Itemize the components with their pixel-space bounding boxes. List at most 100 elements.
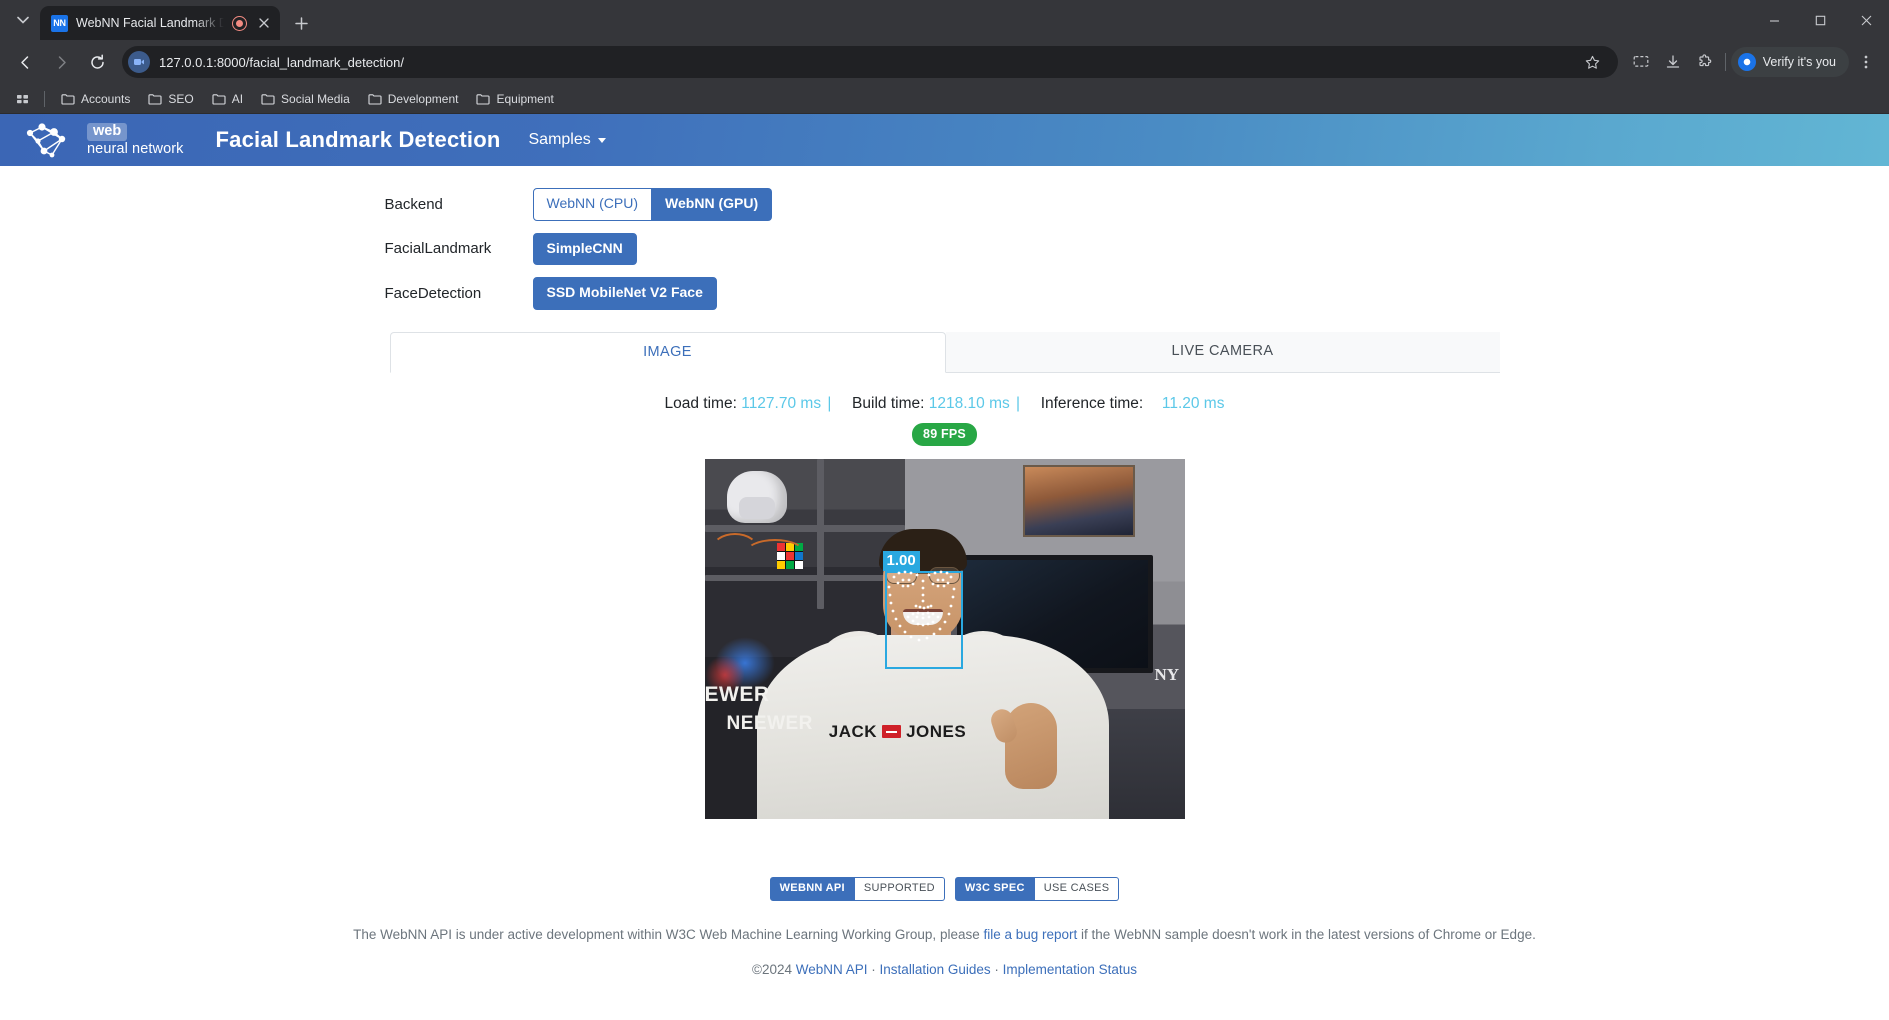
tab-live-camera[interactable]: LIVE CAMERA bbox=[945, 331, 1500, 372]
bookmark-label: SEO bbox=[168, 91, 194, 106]
brand-web-label: web bbox=[87, 122, 128, 141]
canvas-container: NY JACK JONES EWER NEEWER 1.00 bbox=[0, 458, 1889, 819]
brand-logo-group[interactable]: web neural network bbox=[22, 121, 184, 159]
browser-tab[interactable]: NN WebNN Facial Landmark De bbox=[40, 6, 280, 40]
bookmark-seo[interactable]: SEO bbox=[140, 89, 201, 109]
tab-favicon: NN bbox=[51, 14, 68, 32]
reload-icon[interactable] bbox=[80, 45, 114, 79]
page-title: Facial Landmark Detection bbox=[215, 127, 501, 152]
bookmark-star-icon[interactable] bbox=[1578, 47, 1608, 77]
facial-landmark-button-group: SimpleCNN bbox=[532, 232, 637, 265]
verify-label: Verify it's you bbox=[1762, 55, 1836, 69]
backend-option-webnn-gpu[interactable]: WebNN (GPU) bbox=[652, 188, 773, 221]
implementation-status-link[interactable]: Implementation Status bbox=[1003, 962, 1137, 977]
bookmark-label: Development bbox=[387, 91, 459, 106]
footer-note: The WebNN API is under active developmen… bbox=[0, 927, 1889, 942]
bookmark-development[interactable]: Development bbox=[360, 89, 467, 109]
extensions-icon[interactable] bbox=[1690, 47, 1720, 77]
window-controls bbox=[1751, 0, 1889, 40]
bookmark-equipment[interactable]: Equipment bbox=[468, 89, 561, 109]
badge-w3c-spec[interactable]: W3C SPEC USE CASES bbox=[954, 876, 1120, 901]
control-label: FacialLandmark bbox=[384, 240, 492, 258]
badge-left-label: WEBNN API bbox=[769, 876, 855, 901]
neural-network-logo-icon bbox=[26, 123, 66, 158]
footer-note-post: if the WebNN sample doesn't work in the … bbox=[1077, 926, 1536, 942]
control-row-facial-landmark: FacialLandmark SimpleCNN bbox=[384, 232, 1505, 265]
inference-time-label: Inference time: bbox=[1040, 394, 1144, 412]
copyright-year: ©2024 bbox=[752, 961, 796, 977]
fps-container: 89 FPS bbox=[0, 422, 1889, 446]
bookmark-label: Accounts bbox=[81, 91, 131, 106]
detection-canvas[interactable]: NY JACK JONES EWER NEEWER 1.00 bbox=[704, 458, 1185, 819]
profile-avatar-icon bbox=[1737, 53, 1756, 71]
page-content: web neural network Facial Landmark Detec… bbox=[0, 114, 1889, 1020]
backend-button-group: WebNN (CPU) WebNN (GPU) bbox=[532, 188, 773, 221]
stats-separator: | bbox=[1016, 394, 1021, 412]
control-row-face-detection: FaceDetection SSD MobileNet V2 Face bbox=[385, 277, 1505, 310]
installation-guides-link[interactable]: Installation Guides bbox=[880, 962, 991, 977]
backend-option-webnn-cpu[interactable]: WebNN (CPU) bbox=[532, 188, 653, 221]
main-content: Backend WebNN (CPU) WebNN (GPU) FacialLa… bbox=[0, 166, 1889, 977]
copy-separator: · bbox=[867, 961, 880, 977]
control-row-backend: Backend WebNN (CPU) WebNN (GPU) bbox=[385, 188, 1505, 221]
face-detection-option-ssd-mobilenet-v2-face[interactable]: SSD MobileNet V2 Face bbox=[532, 277, 717, 310]
bookmark-accounts[interactable]: Accounts bbox=[53, 89, 138, 109]
kebab-menu-icon[interactable] bbox=[1851, 47, 1881, 77]
address-bar[interactable]: 127.0.0.1:8000/facial_landmark_detection… bbox=[122, 46, 1618, 78]
url-text: 127.0.0.1:8000/facial_landmark_detection… bbox=[159, 54, 405, 70]
build-time-value: 1218.10 ms bbox=[928, 394, 1010, 412]
badge-webnn-api[interactable]: WEBNN API SUPPORTED bbox=[769, 876, 945, 901]
stats-separator: | bbox=[827, 394, 832, 412]
site-navbar: web neural network Facial Landmark Detec… bbox=[0, 114, 1889, 166]
bookmark-ai[interactable]: AI bbox=[204, 89, 251, 109]
fps-badge: 89 FPS bbox=[912, 422, 977, 446]
facial-landmark-option-simplecnn[interactable]: SimpleCNN bbox=[532, 232, 637, 265]
close-icon[interactable] bbox=[255, 15, 272, 32]
brand-neural-network-label: neural network bbox=[87, 141, 184, 157]
tab-image[interactable]: IMAGE bbox=[389, 331, 946, 373]
control-label: FaceDetection bbox=[384, 284, 482, 302]
bookmarks-bar: Accounts SEO AI Social Media Development… bbox=[0, 84, 1889, 114]
maximize-icon[interactable] bbox=[1797, 0, 1843, 40]
bookmark-label: AI bbox=[231, 91, 244, 106]
timing-stats: Load time: 1127.70 ms | Build time: 1218… bbox=[0, 395, 1889, 413]
load-time-value: 1127.70 ms bbox=[741, 394, 822, 412]
model-controls: Backend WebNN (CPU) WebNN (GPU) FacialLa… bbox=[385, 188, 1505, 310]
toolbar-divider bbox=[1724, 53, 1726, 71]
file-bug-report-link[interactable]: file a bug report bbox=[983, 927, 1077, 942]
close-window-icon[interactable] bbox=[1843, 0, 1889, 40]
load-time-label: Load time: bbox=[664, 394, 737, 412]
back-arrow-icon[interactable] bbox=[8, 45, 42, 79]
samples-label: Samples bbox=[528, 131, 591, 148]
footer-badges: WEBNN API SUPPORTED W3C SPEC USE CASES bbox=[0, 876, 1889, 901]
badge-right-label: USE CASES bbox=[1034, 876, 1120, 901]
tab-search-icon[interactable] bbox=[6, 3, 40, 37]
browser-toolbar: 127.0.0.1:8000/facial_landmark_detection… bbox=[0, 40, 1889, 84]
forward-arrow-icon[interactable] bbox=[44, 45, 78, 79]
bookmark-label: Social Media bbox=[281, 91, 350, 106]
badge-right-label: SUPPORTED bbox=[854, 876, 945, 901]
tab-title: WebNN Facial Landmark De bbox=[76, 16, 224, 30]
footer-note-pre: The WebNN API is under active developmen… bbox=[353, 926, 984, 942]
chevron-down-icon bbox=[597, 137, 606, 143]
webnn-api-link[interactable]: WebNN API bbox=[796, 962, 868, 977]
build-time-label: Build time: bbox=[852, 394, 925, 412]
copy-separator: · bbox=[990, 961, 1003, 977]
new-tab-button[interactable] bbox=[286, 8, 316, 38]
bookmark-social-media[interactable]: Social Media bbox=[253, 89, 358, 109]
apps-grid-icon[interactable] bbox=[10, 87, 36, 111]
face-detection-button-group: SSD MobileNet V2 Face bbox=[532, 277, 717, 310]
minimize-icon[interactable] bbox=[1751, 0, 1797, 40]
inference-time-value: 11.20 ms bbox=[1161, 394, 1225, 412]
tab-strip: NN WebNN Facial Landmark De bbox=[0, 0, 1889, 40]
verify-button[interactable]: Verify it's you bbox=[1730, 47, 1849, 77]
source-tabs: IMAGE LIVE CAMERA bbox=[389, 331, 1500, 373]
bookmark-label: Equipment bbox=[496, 91, 554, 106]
badge-left-label: W3C SPEC bbox=[954, 876, 1035, 901]
camera-permission-icon[interactable] bbox=[128, 51, 150, 73]
screen-share-icon[interactable] bbox=[1626, 47, 1656, 77]
samples-dropdown[interactable]: Samples bbox=[529, 131, 606, 149]
downloads-icon[interactable] bbox=[1658, 47, 1688, 77]
browser-window: NN WebNN Facial Landmark De 127.0.0.1:80… bbox=[0, 0, 1889, 1020]
footer-copyright: ©2024 WebNN API · Installation Guides · … bbox=[0, 962, 1889, 977]
